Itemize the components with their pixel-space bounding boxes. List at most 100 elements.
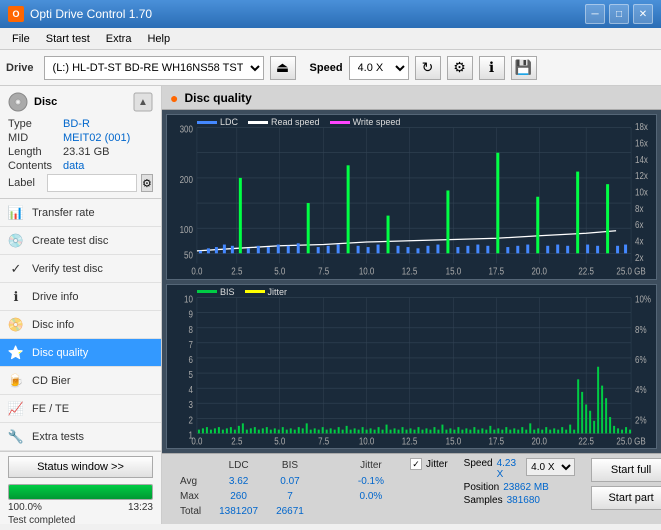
menu-extra[interactable]: Extra [98,31,140,47]
svg-text:20.0: 20.0 [531,435,547,446]
disc-mid-value: MEIT02 (001) [63,132,130,144]
stats-max-jitter: 0.0% [350,490,392,503]
title-bar-left: O Opti Drive Control 1.70 [8,6,152,22]
status-bar: Status window >> 100.0% 13:23 Test compl… [0,451,161,530]
menu-help[interactable]: Help [139,31,178,47]
svg-text:100: 100 [180,224,193,235]
legend-jitter: Jitter [245,287,288,297]
speed-select[interactable]: 4.0 X [349,56,409,80]
col-jitter-spacer [332,460,348,473]
minimize-button[interactable]: ─ [585,4,605,24]
svg-text:50: 50 [184,250,193,261]
svg-text:15.0: 15.0 [446,266,462,277]
disc-label-btn[interactable]: ⚙ [141,174,153,192]
stats-max-ldc: 260 [211,490,266,503]
nav-transfer-rate-label: Transfer rate [32,207,95,219]
drive-info-icon: ℹ [8,289,24,305]
nav-fe-te[interactable]: 📈 FE / TE [0,395,161,423]
speed-row: Speed 4.23 X 4.0 X [464,458,575,480]
speed-stat-label: Speed [464,458,493,480]
svg-text:2.5: 2.5 [231,435,242,446]
main-area: Disc ▲ Type BD-R MID MEIT02 (001) Length… [0,86,661,524]
maximize-button[interactable]: □ [609,4,629,24]
settings-button[interactable]: ⚙ [447,56,473,80]
svg-text:12.5: 12.5 [402,266,418,277]
disc-panel-title: Disc [34,96,57,108]
nav-cd-bier[interactable]: 🍺 CD Bier [0,367,161,395]
stats-avg-sep [314,475,330,488]
disc-panel-expand[interactable]: ▲ [133,92,153,112]
refresh-button[interactable]: ↻ [415,56,441,80]
jitter-label: Jitter [426,459,448,470]
svg-text:2x: 2x [635,252,644,263]
svg-text:2%: 2% [635,414,647,425]
disc-contents-row: Contents data [8,160,153,172]
nav-drive-info[interactable]: ℹ Drive info [0,283,161,311]
svg-text:7.5: 7.5 [318,266,329,277]
progress-area: 100.0% 13:23 Test completed [8,484,153,526]
stats-avg-row: Avg 3.62 0.07 -0.1% [172,475,392,488]
speed-stat-select[interactable]: 4.0 X [526,458,575,476]
menu-bar: File Start test Extra Help [0,28,661,50]
status-text: Test completed [8,515,153,526]
bis-color [197,290,217,293]
disc-panel: Disc ▲ Type BD-R MID MEIT02 (001) Length… [0,86,161,199]
col-jitter-val: Jitter [350,460,392,473]
legend-ldc-label: LDC [220,117,238,127]
start-buttons: Start full Start part [591,458,661,510]
nav-verify-test-disc[interactable]: ✓ Verify test disc [0,255,161,283]
stats-avg-jitter: -0.1% [350,475,392,488]
stats-total-sep [314,505,330,518]
nav-disc-quality[interactable]: ⭐ Disc quality [0,339,161,367]
svg-text:12x: 12x [635,170,648,181]
nav-extra-tests-label: Extra tests [32,431,84,443]
save-button[interactable]: 💾 [511,56,537,80]
legend-bis: BIS [197,287,235,297]
stats-avg-label: Avg [172,475,209,488]
start-part-button[interactable]: Start part [591,486,661,510]
legend-write-speed: Write speed [330,117,401,127]
drive-select[interactable]: (L:) HL-DT-ST BD-RE WH16NS58 TST4 [44,56,264,80]
disc-contents-value: data [63,160,84,172]
menu-start-test[interactable]: Start test [38,31,98,47]
legend-jitter-label: Jitter [268,287,288,297]
stats-avg-bis: 0.07 [268,475,312,488]
stats-max-label: Max [172,490,209,503]
jitter-checkbox-area: ✓ Jitter [410,458,448,470]
fe-te-icon: 📈 [8,401,24,417]
start-full-button[interactable]: Start full [591,458,661,482]
svg-text:18x: 18x [635,121,648,132]
jitter-checkbox[interactable]: ✓ [410,458,422,470]
nav-create-test-disc-label: Create test disc [32,235,108,247]
nav-disc-info[interactable]: 📀 Disc info [0,311,161,339]
eject-button[interactable]: ⏏ [270,56,296,80]
status-window-button[interactable]: Status window >> [8,456,153,478]
samples-label: Samples [464,495,503,506]
nav-drive-info-label: Drive info [32,291,78,303]
menu-file[interactable]: File [4,31,38,47]
nav-create-test-disc[interactable]: 💿 Create test disc [0,227,161,255]
stats-total-ldc: 1381207 [211,505,266,518]
col-ldc: LDC [211,460,266,473]
svg-text:17.5: 17.5 [489,435,505,446]
svg-text:10x: 10x [635,187,648,198]
speed-position-area: Speed 4.23 X 4.0 X Position 23862 MB Sam… [464,458,575,506]
position-value: 23862 MB [503,482,549,493]
info-button[interactable]: ℹ [479,56,505,80]
nav-menu: 📊 Transfer rate 💿 Create test disc ✓ Ver… [0,199,161,451]
svg-text:14x: 14x [635,154,648,165]
stats-table: LDC BIS Jitter Avg 3.62 0.07 -0.1% [170,458,394,520]
svg-text:9: 9 [188,308,192,319]
svg-text:8: 8 [188,323,192,334]
disc-label-input[interactable] [47,174,137,192]
chart1-wrapper: LDC Read speed Write speed [166,114,657,280]
nav-extra-tests[interactable]: 🔧 Extra tests [0,423,161,451]
nav-transfer-rate[interactable]: 📊 Transfer rate [0,199,161,227]
close-button[interactable]: ✕ [633,4,653,24]
sidebar: Disc ▲ Type BD-R MID MEIT02 (001) Length… [0,86,162,524]
samples-value: 381680 [507,495,540,506]
legend-ldc: LDC [197,117,238,127]
svg-text:20.0: 20.0 [531,266,547,277]
progress-bar-outer [8,484,153,500]
chart2-legend: BIS Jitter [197,287,287,297]
